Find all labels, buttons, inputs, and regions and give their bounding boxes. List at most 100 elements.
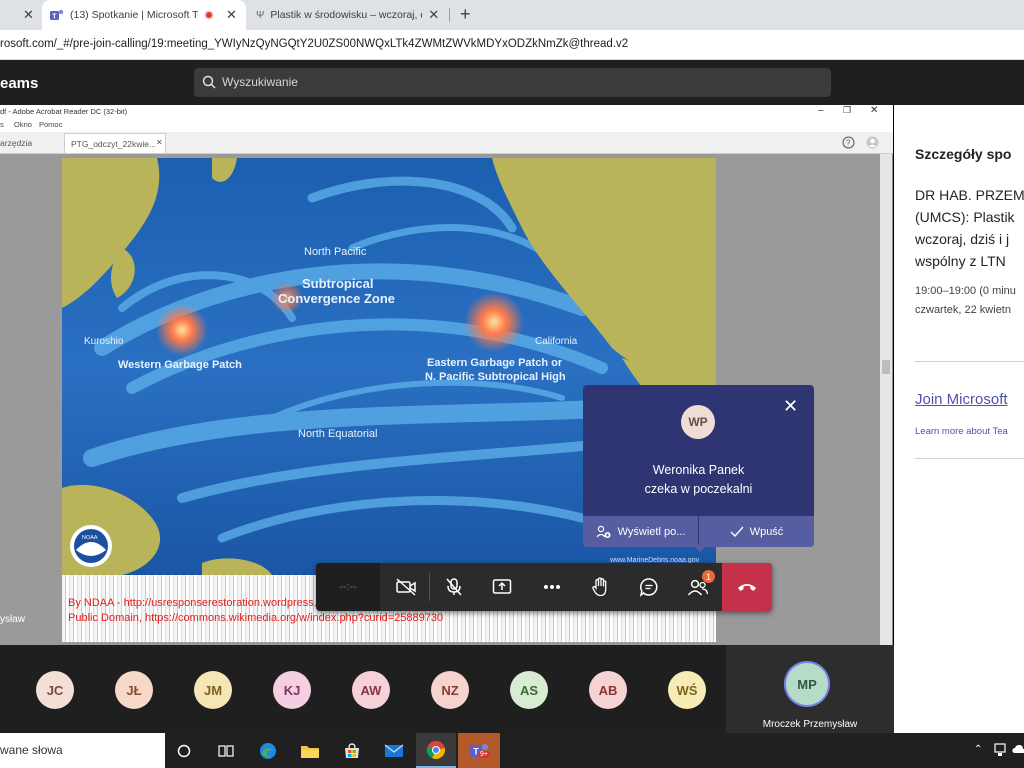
taskbar-mail[interactable] bbox=[374, 733, 414, 768]
learn-more-link[interactable]: Learn more about Tea bbox=[915, 426, 1008, 437]
participant-avatar[interactable]: WŚ bbox=[668, 671, 706, 709]
admit-button[interactable]: Wpuść bbox=[699, 516, 814, 547]
hand-icon bbox=[591, 577, 609, 597]
label-western-garbage-patch: Western Garbage Patch bbox=[118, 359, 242, 371]
account-icon[interactable] bbox=[866, 136, 879, 149]
checkmark-icon bbox=[730, 526, 744, 538]
menu-item-view[interactable]: s bbox=[0, 120, 4, 129]
show-hidden-icons-icon[interactable]: ⌃ bbox=[974, 744, 982, 755]
taskbar-store[interactable] bbox=[332, 733, 372, 768]
camera-toggle-button[interactable] bbox=[382, 563, 430, 611]
participant-avatar[interactable]: NZ bbox=[431, 671, 469, 709]
teams-notification-badge: 9+ bbox=[478, 751, 490, 758]
participant-avatar[interactable]: JC bbox=[36, 671, 74, 709]
tab-tools[interactable]: arzędzia bbox=[0, 138, 32, 148]
search-icon bbox=[202, 75, 216, 89]
more-actions-button[interactable] bbox=[528, 563, 576, 611]
chat-button[interactable] bbox=[625, 563, 673, 611]
share-screen-button[interactable] bbox=[478, 563, 526, 611]
leave-call-button[interactable] bbox=[722, 563, 772, 611]
search-placeholder: Wyszukiwanie bbox=[222, 75, 298, 89]
tab-close-icon[interactable]: ✕ bbox=[226, 7, 237, 23]
meeting-title-line: wspólny z LTN bbox=[915, 253, 1006, 269]
search-input[interactable]: Wyszukiwanie bbox=[194, 68, 831, 97]
camera-off-icon bbox=[395, 578, 417, 596]
url-text[interactable]: rosoft.com/_#/pre-join-calling/19:meetin… bbox=[0, 38, 628, 50]
popup-pointer bbox=[693, 545, 707, 552]
minimize-icon[interactable]: – bbox=[818, 105, 824, 116]
meeting-date: czwartek, 22 kwietn bbox=[915, 304, 1011, 316]
tab-close-icon[interactable]: ✕ bbox=[428, 7, 439, 23]
participant-avatar[interactable]: AB bbox=[589, 671, 627, 709]
participants-button[interactable] bbox=[674, 563, 722, 611]
mic-toggle-button[interactable] bbox=[430, 563, 478, 611]
folder-icon bbox=[300, 743, 320, 759]
tab-plastik-article[interactable]: Ψ Plastik w środowisku – wczoraj, d ✕ bbox=[250, 0, 450, 30]
meeting-title-line: wczoraj, dziś i j bbox=[915, 231, 1010, 247]
western-garbage-patch bbox=[156, 304, 208, 356]
recording-icon bbox=[204, 10, 214, 20]
restore-icon[interactable]: ❐ bbox=[843, 105, 851, 116]
raise-hand-button[interactable] bbox=[576, 563, 624, 611]
chat-icon bbox=[639, 577, 659, 597]
taskbar-teams[interactable]: T 9+ bbox=[458, 733, 500, 768]
speaker-name: Mroczek Przemysław bbox=[762, 719, 858, 730]
acrobat-menu-bar: s Okno Pomoc bbox=[0, 119, 893, 132]
store-icon bbox=[343, 742, 361, 760]
active-speaker-tile[interactable]: MP Mroczek Przemysław bbox=[726, 645, 894, 733]
label-subtropical: Subtropical bbox=[302, 276, 374, 291]
help-icon[interactable]: ? bbox=[842, 136, 855, 149]
app-title: eams bbox=[0, 75, 39, 92]
tab-label: (13) Spotkanie | Microsoft Te bbox=[70, 9, 198, 21]
join-meeting-link[interactable]: Join Microsoft bbox=[915, 391, 1008, 408]
meeting-time: 19:00–19:00 (0 minu bbox=[915, 285, 1016, 297]
hang-up-icon bbox=[736, 581, 758, 593]
meeting-timer: --:-- bbox=[316, 563, 380, 611]
browser-tab-bar: ✕ T (13) Spotkanie | Microsoft Te ✕ Ψ Pl… bbox=[0, 0, 1024, 30]
taskbar-chrome[interactable] bbox=[416, 733, 456, 768]
edge-icon bbox=[258, 741, 278, 761]
meeting-details-panel: Szczegóły spo DR HAB. PRZEM (UMCS): Plas… bbox=[894, 105, 1024, 733]
tab-teams-meeting[interactable]: T (13) Spotkanie | Microsoft Te ✕ bbox=[42, 0, 246, 30]
taskbar-edge[interactable] bbox=[248, 733, 288, 768]
participant-avatar[interactable]: JM bbox=[194, 671, 232, 709]
taskbar-search-input[interactable]: wane słowa bbox=[0, 733, 165, 768]
participant-avatar[interactable]: AW bbox=[352, 671, 390, 709]
cloud-icon[interactable] bbox=[1012, 744, 1024, 754]
chrome-icon bbox=[426, 740, 446, 760]
participants-gallery: JC JŁ JM KJ AW NZ AS AB WŚ bbox=[0, 645, 726, 733]
participant-avatar[interactable]: JŁ bbox=[115, 671, 153, 709]
network-icon[interactable] bbox=[994, 743, 1006, 757]
tab-close-icon[interactable]: ✕ bbox=[23, 7, 34, 23]
address-bar[interactable]: rosoft.com/_#/pre-join-calling/19:meetin… bbox=[0, 30, 1024, 60]
waiting-participant-name: Weronika Panek bbox=[652, 463, 745, 477]
taskbar-file-explorer[interactable] bbox=[290, 733, 330, 768]
site-favicon-icon: Ψ bbox=[256, 9, 265, 21]
divider bbox=[915, 458, 1024, 459]
avatar: MP bbox=[786, 663, 828, 705]
teams-header: eams Wyszukiwanie bbox=[0, 60, 1024, 105]
noaa-logo: NOAA bbox=[70, 525, 112, 567]
label-convergence-zone: Convergence Zone bbox=[278, 291, 396, 306]
menu-item-help[interactable]: Pomoc bbox=[39, 120, 62, 129]
close-icon[interactable]: ✕ bbox=[870, 105, 878, 116]
participant-avatar[interactable]: AS bbox=[510, 671, 548, 709]
menu-item-window[interactable]: Okno bbox=[14, 120, 32, 129]
scrollbar-thumb[interactable] bbox=[882, 360, 890, 374]
view-lobby-label: Wyświetl po... bbox=[617, 525, 686, 538]
share-screen-icon bbox=[492, 578, 512, 596]
participant-avatar[interactable]: KJ bbox=[273, 671, 311, 709]
close-icon[interactable]: ✕ bbox=[783, 397, 798, 415]
view-lobby-button[interactable]: Wyświetl po... bbox=[583, 516, 698, 547]
vertical-scrollbar[interactable] bbox=[880, 154, 892, 646]
cortana-button[interactable] bbox=[164, 733, 204, 768]
document-tab-label: PTG_odczyt_22kwie... bbox=[71, 139, 157, 149]
tab-close-icon[interactable]: ✕ bbox=[156, 138, 163, 147]
windows-taskbar: wane słowa T 9+ ⌃ bbox=[0, 733, 1024, 768]
task-view-button[interactable] bbox=[206, 733, 246, 768]
lobby-actions: Wyświetl po... Wpuść bbox=[583, 516, 814, 547]
tab-document[interactable]: PTG_odczyt_22kwie... ✕ bbox=[64, 133, 166, 153]
new-tab-icon[interactable]: + bbox=[460, 4, 471, 25]
cortana-icon bbox=[177, 744, 191, 758]
panel-title: Szczegóły spo bbox=[915, 146, 1012, 162]
